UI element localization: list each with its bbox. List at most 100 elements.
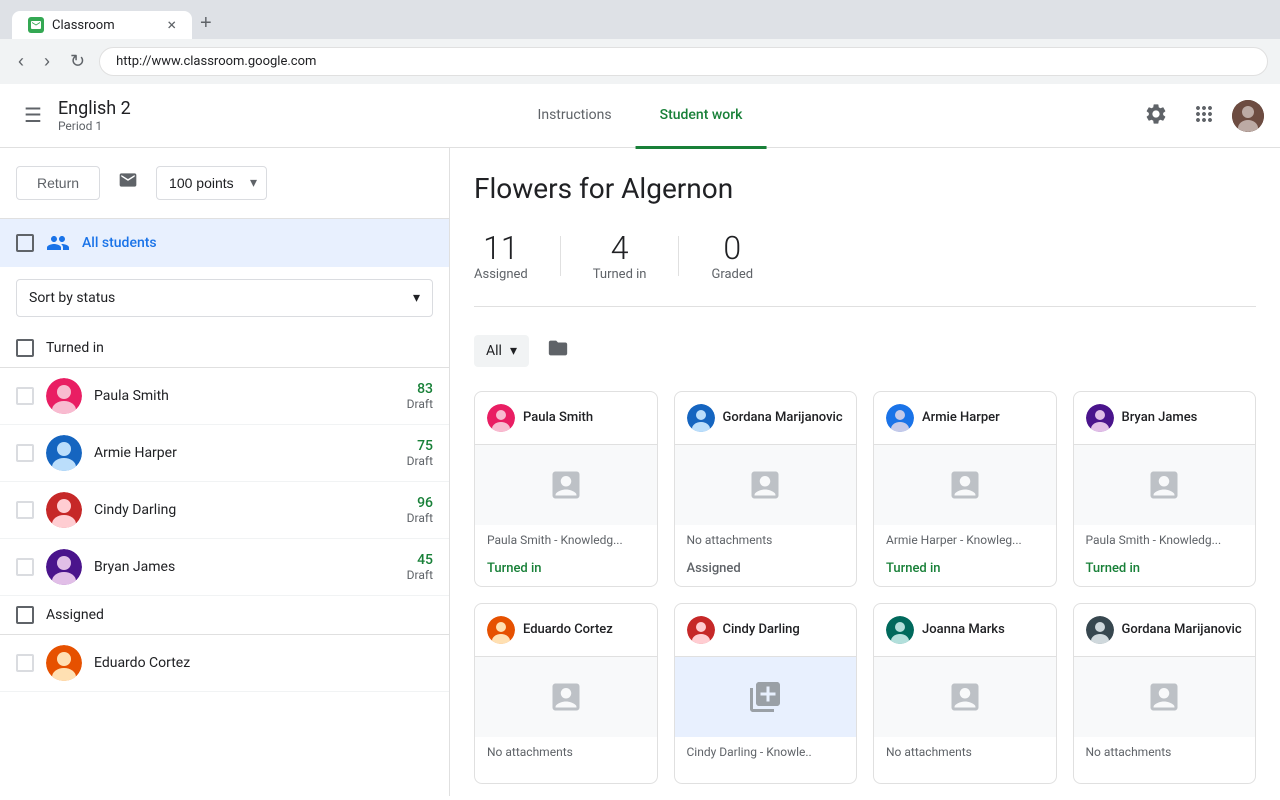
- app-title: English 2: [58, 98, 131, 119]
- filter-chevron-icon: ▾: [510, 343, 517, 359]
- all-students-checkbox[interactable]: [16, 234, 34, 252]
- filter-all-label: All: [486, 343, 502, 359]
- card-status: [475, 767, 657, 783]
- student-checkbox[interactable]: [16, 387, 34, 405]
- student-card-cindy-darling[interactable]: Cindy Darling Cindy Darling - Knowle..: [674, 603, 858, 784]
- student-card-joanna-marks[interactable]: Joanna Marks No attachments: [873, 603, 1057, 784]
- student-checkbox[interactable]: [16, 558, 34, 576]
- sidebar-toolbar: Return 100 points: [0, 148, 449, 219]
- student-grade: 96 Draft: [407, 495, 433, 525]
- card-name: Gordana Marijanovic: [723, 410, 843, 427]
- refresh-button[interactable]: ↻: [64, 47, 91, 76]
- main-container: Return 100 points All students Sort by s…: [0, 148, 1280, 796]
- card-status: [874, 767, 1056, 783]
- header-actions: [1136, 94, 1264, 137]
- back-button[interactable]: ‹: [12, 47, 30, 76]
- all-students-row[interactable]: All students: [0, 219, 449, 267]
- student-avatar-paula-smith: [46, 378, 82, 414]
- card-attachment: Armie Harper - Knowleg...: [874, 525, 1056, 555]
- stat-assigned-number: 11: [474, 229, 528, 267]
- student-avatar-eduardo-cortez: [46, 645, 82, 681]
- card-attachment: No attachments: [675, 525, 857, 555]
- tab-instructions[interactable]: Instructions: [514, 85, 636, 149]
- card-attachment: Cindy Darling - Knowle..: [675, 737, 857, 767]
- stat-turned-in-number: 4: [593, 229, 647, 267]
- student-name: Bryan James: [94, 559, 407, 575]
- browser-tab[interactable]: Classroom ×: [12, 11, 192, 39]
- student-row-paula-smith[interactable]: Paula Smith 83 Draft: [0, 368, 449, 425]
- student-card-armie-harper[interactable]: Armie Harper Armie Harper - Knowleg... T…: [873, 391, 1057, 587]
- card-name: Joanna Marks: [922, 622, 1005, 639]
- sort-label: Sort by status: [29, 290, 115, 306]
- assigned-checkbox[interactable]: [16, 606, 34, 624]
- tab-close-button[interactable]: ×: [167, 17, 176, 33]
- card-header: Gordana Marijanovic: [675, 392, 857, 445]
- student-card-gordana[interactable]: Gordana Marijanovic No attachments Assig…: [674, 391, 858, 587]
- student-row-armie-harper[interactable]: Armie Harper 75 Draft: [0, 425, 449, 482]
- stat-turned-in: 4 Turned in: [561, 229, 679, 282]
- card-name: Gordana Marijanovic: [1122, 622, 1242, 639]
- tab-student-work[interactable]: Student work: [636, 85, 767, 149]
- all-students-icon: [46, 231, 70, 255]
- points-select[interactable]: 100 points: [156, 166, 267, 200]
- card-name: Bryan James: [1122, 410, 1198, 427]
- card-avatar-bryan-james: [1086, 404, 1114, 432]
- student-card-bryan-james[interactable]: Bryan James Paula Smith - Knowledg... Tu…: [1073, 391, 1257, 587]
- apps-button[interactable]: [1184, 94, 1224, 137]
- address-bar[interactable]: http://www.classroom.google.com: [99, 47, 1268, 76]
- settings-button[interactable]: [1136, 94, 1176, 137]
- cards-grid: Paula Smith Paula Smith - Knowledg... Tu…: [474, 391, 1256, 784]
- folder-button[interactable]: [541, 331, 575, 371]
- app-header: ☰ English 2 Period 1 Instructions Studen…: [0, 84, 1280, 148]
- stat-graded: 0 Graded: [679, 229, 785, 282]
- student-grade: 45 Draft: [407, 552, 433, 582]
- assigned-label: Assigned: [46, 607, 104, 623]
- filter-select[interactable]: All ▾: [474, 335, 529, 367]
- student-row-eduardo-cortez[interactable]: Eduardo Cortez: [0, 635, 449, 692]
- card-header: Bryan James: [1074, 392, 1256, 445]
- stat-graded-label: Graded: [711, 267, 753, 282]
- email-button[interactable]: [112, 164, 144, 202]
- student-avatar-bryan-james: [46, 549, 82, 585]
- card-name: Eduardo Cortez: [523, 622, 613, 639]
- card-thumbnail: [874, 445, 1056, 525]
- turned-in-section-header: Turned in: [0, 329, 449, 368]
- student-row-bryan-james[interactable]: Bryan James 45 Draft: [0, 539, 449, 596]
- student-grade: 75 Draft: [407, 438, 433, 468]
- app-title-area: English 2 Period 1: [58, 98, 131, 133]
- student-checkbox[interactable]: [16, 501, 34, 519]
- header-nav: Instructions Student work: [514, 84, 767, 148]
- student-name: Paula Smith: [94, 388, 407, 404]
- student-avatar-armie-harper: [46, 435, 82, 471]
- menu-button[interactable]: ☰: [16, 95, 50, 136]
- stats-row: 11 Assigned 4 Turned in 0 Graded: [474, 229, 1256, 307]
- card-thumbnail: [1074, 445, 1256, 525]
- student-row-cindy-darling[interactable]: Cindy Darling 96 Draft: [0, 482, 449, 539]
- student-card-paula-smith[interactable]: Paula Smith Paula Smith - Knowledg... Tu…: [474, 391, 658, 587]
- student-card-eduardo-cortez[interactable]: Eduardo Cortez No attachments: [474, 603, 658, 784]
- sidebar: Return 100 points All students Sort by s…: [0, 148, 450, 796]
- student-grade: 83 Draft: [407, 381, 433, 411]
- user-avatar[interactable]: [1232, 100, 1264, 132]
- return-button[interactable]: Return: [16, 166, 100, 200]
- forward-button[interactable]: ›: [38, 47, 56, 76]
- card-header: Paula Smith: [475, 392, 657, 445]
- sort-dropdown[interactable]: Sort by status ▾: [16, 279, 433, 317]
- card-header: Armie Harper: [874, 392, 1056, 445]
- student-checkbox[interactable]: [16, 654, 34, 672]
- card-header: Gordana Marijanovic: [1074, 604, 1256, 657]
- card-attachment: No attachments: [1074, 737, 1256, 767]
- new-tab-button[interactable]: +: [196, 8, 216, 39]
- content-area: Flowers for Algernon 11 Assigned 4 Turne…: [450, 148, 1280, 796]
- turned-in-checkbox[interactable]: [16, 339, 34, 357]
- student-checkbox[interactable]: [16, 444, 34, 462]
- card-header: Eduardo Cortez: [475, 604, 657, 657]
- all-students-label: All students: [82, 235, 157, 251]
- stat-graded-number: 0: [711, 229, 753, 267]
- student-card-gordana-2[interactable]: Gordana Marijanovic No attachments: [1073, 603, 1257, 784]
- card-status: Assigned: [675, 555, 857, 586]
- tab-favicon: [28, 17, 44, 33]
- points-wrapper[interactable]: 100 points: [156, 166, 267, 200]
- stat-turned-in-label: Turned in: [593, 267, 647, 282]
- card-avatar-armie-harper: [886, 404, 914, 432]
